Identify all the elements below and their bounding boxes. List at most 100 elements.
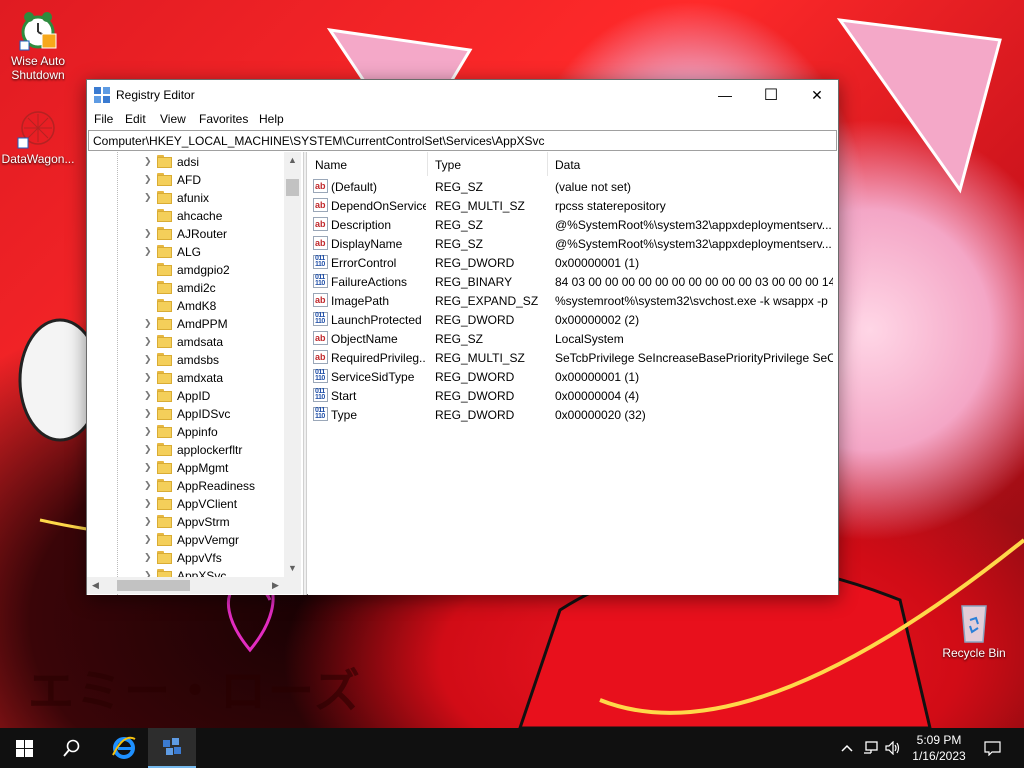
chevron-right-icon[interactable]: ❯ <box>144 373 152 382</box>
title-bar[interactable]: Registry Editor — ☐ ✕ <box>87 80 838 110</box>
tree-node[interactable]: ❯ AppMgmt <box>87 459 287 477</box>
column-header-name[interactable]: Name <box>308 152 428 176</box>
scroll-up-icon[interactable]: ▲ <box>284 152 301 169</box>
close-button[interactable]: ✕ <box>794 80 840 110</box>
menu-edit[interactable]: Edit <box>125 112 146 126</box>
chevron-right-icon[interactable]: ❯ <box>144 409 152 418</box>
tree-node[interactable]: ❯ adsi <box>87 153 287 171</box>
tree-node[interactable]: ❯ amdsbs <box>87 351 287 369</box>
tree-node[interactable]: ❯ AJRouter <box>87 225 287 243</box>
volume-icon <box>885 741 900 755</box>
tree-node[interactable]: ❯ AFD <box>87 171 287 189</box>
registry-value-row[interactable]: ab DisplayName REG_SZ @%SystemRoot%\system3… <box>308 235 838 254</box>
taskbar-registry-editor[interactable] <box>148 728 196 768</box>
chevron-right-icon[interactable]: ❯ <box>144 445 152 454</box>
tree-node[interactable]: AmdK8 <box>87 297 287 315</box>
pane-splitter[interactable] <box>303 152 307 595</box>
clock[interactable]: 5:09 PM 1/16/2023 <box>905 732 973 764</box>
tree-node[interactable]: ❯ AppvStrm <box>87 513 287 531</box>
chevron-right-icon[interactable]: ❯ <box>144 427 152 436</box>
registry-value-row[interactable]: 011 110 ErrorControl REG_DWORD 0x00000001 (1… <box>308 254 838 273</box>
registry-value-row[interactable]: 011 110 Start REG_DWORD 0x00000004 (4) <box>308 387 838 406</box>
registry-value-row[interactable]: ab (Default) REG_SZ (value not set) <box>308 178 838 197</box>
menu-view[interactable]: View <box>160 112 186 126</box>
registry-value-row[interactable]: 011 110 Type REG_DWORD 0x00000020 (32) <box>308 406 838 425</box>
tree-node-label: AppID <box>177 389 211 403</box>
tree-node[interactable]: amdgpio2 <box>87 261 287 279</box>
chevron-right-icon[interactable]: ❯ <box>144 193 152 202</box>
tree-node[interactable]: ❯ ALG <box>87 243 287 261</box>
desktop-icon-label: DataWagon... <box>1 152 75 166</box>
menu-file[interactable]: File <box>94 112 113 126</box>
start-button[interactable] <box>0 728 48 768</box>
tree-vertical-scrollbar[interactable]: ▲ ▼ <box>284 152 301 577</box>
chevron-right-icon[interactable]: ❯ <box>144 463 152 472</box>
tree-node[interactable]: ❯ amdsata <box>87 333 287 351</box>
chevron-right-icon[interactable]: ❯ <box>144 229 152 238</box>
tree-node[interactable]: ahcache <box>87 207 287 225</box>
tree-node[interactable]: ❯ AppReadiness <box>87 477 287 495</box>
chevron-right-icon[interactable]: ❯ <box>144 553 152 562</box>
scrollbar-thumb[interactable] <box>117 580 190 591</box>
tree-node[interactable]: ❯ AppvVemgr <box>87 531 287 549</box>
chevron-right-icon[interactable]: ❯ <box>144 355 152 364</box>
tree-node[interactable]: ❯ afunix <box>87 189 287 207</box>
chevron-right-icon[interactable]: ❯ <box>144 481 152 490</box>
registry-value-row[interactable]: ab ObjectName REG_SZ LocalSystem <box>308 330 838 349</box>
chevron-right-icon[interactable]: ❯ <box>144 175 152 184</box>
registry-value-row[interactable]: 011 110 ServiceSidType REG_DWORD 0x00000001 … <box>308 368 838 387</box>
menu-favorites[interactable]: Favorites <box>199 112 248 126</box>
menu-help[interactable]: Help <box>259 112 284 126</box>
tree-node[interactable]: ❯ AppID <box>87 387 287 405</box>
tree-node[interactable]: ❯ Appinfo <box>87 423 287 441</box>
maximize-button[interactable]: ☐ <box>748 80 794 110</box>
key-tree-pane[interactable]: ❯ adsi ❯ AFD ❯ afunix ahcache ❯ AJRouter ❯ ALG amdg… <box>87 152 303 595</box>
scrollbar-thumb[interactable] <box>286 179 299 196</box>
chevron-right-icon[interactable]: ❯ <box>144 337 152 346</box>
recycle-bin-icon <box>952 600 996 644</box>
chevron-right-icon[interactable]: ❯ <box>144 391 152 400</box>
registry-value-row[interactable]: 011 110 FailureActions REG_BINARY 84 03 00 0… <box>308 273 838 292</box>
chevron-right-icon[interactable]: ❯ <box>144 535 152 544</box>
show-hidden-icons-button[interactable] <box>836 728 858 768</box>
column-header-type[interactable]: Type <box>428 152 548 176</box>
tree-node-label: ALG <box>177 245 202 259</box>
registry-value-row[interactable]: 011 110 LaunchProtected REG_DWORD 0x00000002… <box>308 311 838 330</box>
tree-node[interactable]: amdi2c <box>87 279 287 297</box>
tree-horizontal-scrollbar[interactable]: ◀ ▶ <box>87 577 284 594</box>
tree-node[interactable]: ❯ AppvVfs <box>87 549 287 567</box>
registry-editor-window[interactable]: Registry Editor — ☐ ✕ File Edit View Fav… <box>86 79 839 595</box>
tree-node[interactable]: ❯ AppIDSvc <box>87 405 287 423</box>
address-bar[interactable]: Computer\HKEY_LOCAL_MACHINE\SYSTEM\Curre… <box>88 130 837 151</box>
action-center-button[interactable] <box>976 728 1008 768</box>
tree-node[interactable]: ❯ amdxata <box>87 369 287 387</box>
column-header-data[interactable]: Data <box>548 152 838 176</box>
search-button[interactable] <box>48 728 96 768</box>
chevron-right-icon[interactable]: ❯ <box>144 319 152 328</box>
minimize-button[interactable]: — <box>702 80 748 110</box>
chevron-right-icon[interactable]: ❯ <box>144 499 152 508</box>
registry-value-row[interactable]: ab Description REG_SZ @%SystemRoot%\system3… <box>308 216 838 235</box>
network-button[interactable] <box>860 728 882 768</box>
registry-value-row[interactable]: ab DependOnService REG_MULTI_SZ rpcss state… <box>308 197 838 216</box>
chevron-right-icon[interactable]: ❯ <box>144 157 152 166</box>
values-list-pane[interactable]: Name Type Data ab (Default) REG_SZ (value n… <box>308 152 838 595</box>
desktop-icon-recycle-bin[interactable]: Recycle Bin <box>936 600 1012 660</box>
tree-node[interactable]: ❯ applockerfltr <box>87 441 287 459</box>
volume-button[interactable] <box>882 728 904 768</box>
folder-icon <box>157 461 172 474</box>
desktop-icon-wise-auto-shutdown[interactable]: Wise Auto Shutdown <box>0 8 76 82</box>
tree-node[interactable]: ❯ AppVClient <box>87 495 287 513</box>
chevron-right-icon[interactable]: ❯ <box>144 247 152 256</box>
start-icon <box>15 739 33 757</box>
registry-value-row[interactable]: ab RequiredPrivileg... REG_MULTI_SZ SeTcbPr… <box>308 349 838 368</box>
scroll-right-icon[interactable]: ▶ <box>267 577 284 594</box>
desktop-icon-datawagon[interactable]: DataWagon... <box>0 106 76 166</box>
taskbar-internet-explorer[interactable] <box>100 728 148 768</box>
chevron-right-icon[interactable]: ❯ <box>144 517 152 526</box>
scroll-left-icon[interactable]: ◀ <box>87 577 104 594</box>
scroll-down-icon[interactable]: ▼ <box>284 560 301 577</box>
folder-icon <box>157 371 172 384</box>
tree-node[interactable]: ❯ AmdPPM <box>87 315 287 333</box>
registry-value-row[interactable]: ab ImagePath REG_EXPAND_SZ %systemroot%\sys… <box>308 292 838 311</box>
